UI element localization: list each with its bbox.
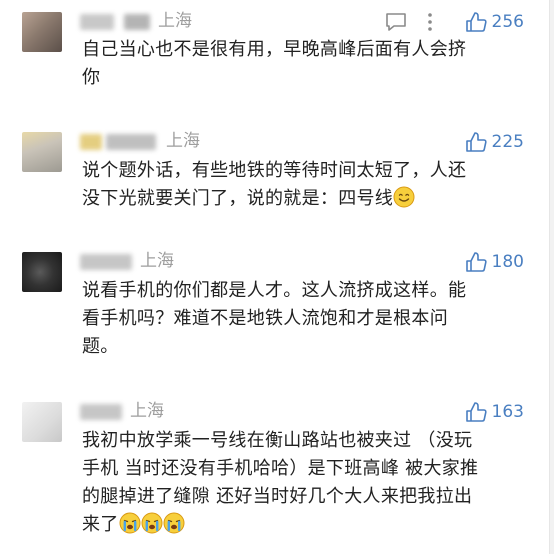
username-redacted[interactable]	[124, 14, 150, 30]
thumbs-up-icon	[465, 11, 487, 33]
scrollbar-edge[interactable]	[549, 0, 554, 554]
crying-emoji	[163, 512, 185, 534]
username-redacted[interactable]	[80, 254, 132, 270]
like-count: 180	[491, 252, 524, 272]
location-label: 上海	[130, 401, 164, 421]
comment-line: 来了	[82, 511, 520, 539]
comment-line-text: 没下光就要关门了，说的就是：四号线	[82, 188, 394, 209]
thumbs-up-icon	[465, 251, 487, 273]
avatar[interactable]	[22, 252, 62, 292]
reply-icon[interactable]	[385, 11, 407, 33]
like-button[interactable]: 225	[465, 131, 524, 153]
comment-line: 手机 当时还没有手机哈哈）是下班高峰 被大家推	[82, 458, 479, 479]
comment-text: 说个题外话，有些地铁的等待时间太短了，人还 没下光就要关门了，说的就是：四号线	[82, 157, 520, 213]
smile-emoji	[393, 186, 415, 208]
location-label: 上海	[158, 11, 192, 31]
comment-line-text: 来了	[82, 514, 119, 535]
crying-emoji	[141, 512, 163, 534]
comment-line: 没下光就要关门了，说的就是：四号线	[82, 185, 520, 213]
comment-actions: 225	[465, 130, 524, 154]
comment-text: 我初中放学乘一号线在衡山路站也被夹过 （没玩 手机 当时还没有手机哈哈）是下班高…	[82, 427, 520, 539]
like-button[interactable]: 256	[465, 11, 524, 33]
comment-actions: 163	[465, 400, 524, 424]
comment-actions: 180	[465, 250, 524, 274]
like-button[interactable]: 163	[465, 401, 524, 423]
comment-text: 自己当心也不是很有用，早晚高峰后面有人会挤 你	[82, 36, 520, 92]
like-count: 225	[491, 132, 524, 152]
comment-line: 题。	[82, 336, 119, 357]
avatar[interactable]	[22, 402, 62, 442]
comment-line: 说看手机的你们都是人才。这人流挤成这样。能	[82, 280, 467, 301]
like-count: 163	[491, 402, 524, 422]
username-redacted[interactable]	[80, 134, 102, 150]
username-redacted[interactable]	[80, 404, 122, 420]
comment-line: 看手机吗？难道不是地铁人流饱和才是根本问	[82, 308, 448, 329]
comment-actions: 256	[385, 10, 524, 34]
thumbs-up-icon	[465, 131, 487, 153]
more-options-icon[interactable]	[421, 11, 439, 33]
location-label: 上海	[166, 131, 200, 151]
comment-line: 自己当心也不是很有用，早晚高峰后面有人会挤	[82, 39, 467, 60]
comment-line: 的腿掉进了缝隙 还好当时好几个大人来把我拉出	[82, 486, 473, 507]
thumbs-up-icon	[465, 401, 487, 423]
like-count: 256	[491, 12, 524, 32]
avatar[interactable]	[22, 132, 62, 172]
location-label: 上海	[140, 251, 174, 271]
like-button[interactable]: 180	[465, 251, 524, 273]
crying-emoji	[119, 512, 141, 534]
avatar[interactable]	[22, 12, 62, 52]
comment-text: 说看手机的你们都是人才。这人流挤成这样。能 看手机吗？难道不是地铁人流饱和才是根…	[82, 277, 520, 361]
comment-line: 你	[82, 67, 101, 88]
comment-line: 我初中放学乘一号线在衡山路站也被夹过 （没玩	[82, 430, 473, 451]
username-redacted[interactable]	[80, 14, 114, 30]
comment-line: 说个题外话，有些地铁的等待时间太短了，人还	[82, 160, 467, 181]
username-redacted[interactable]	[106, 134, 156, 150]
